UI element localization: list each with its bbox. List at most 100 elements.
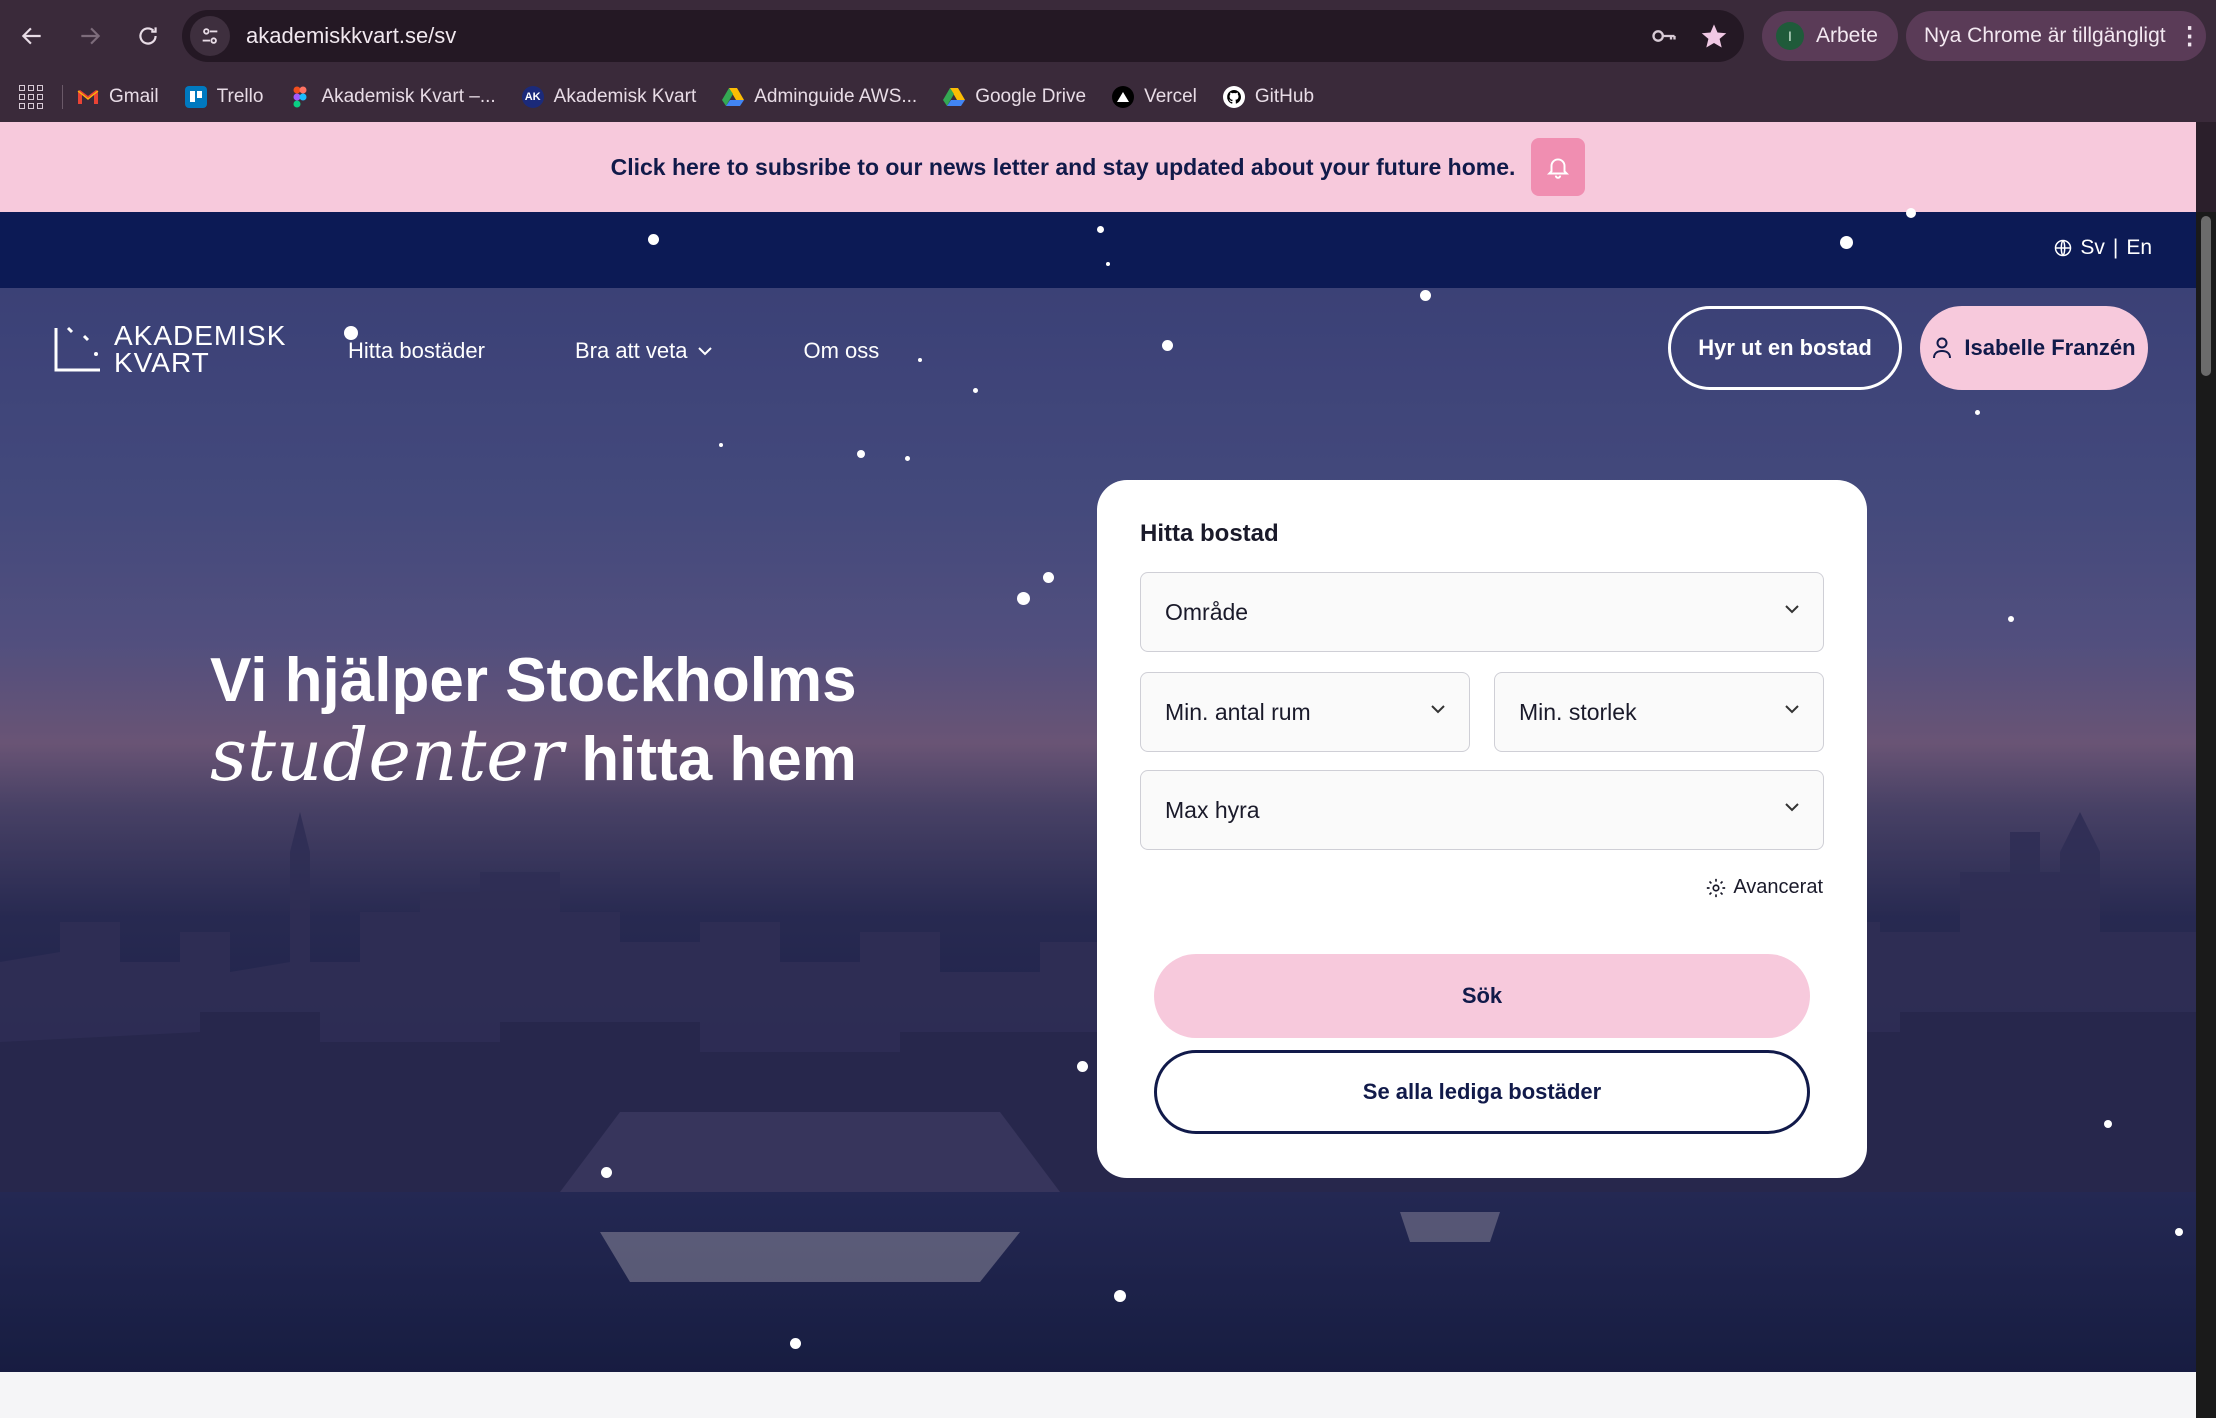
snowflake [1906,208,1916,218]
back-button[interactable] [6,10,58,62]
snowflake [2008,616,2014,622]
min-size-select[interactable]: Min. storlek [1494,672,1824,752]
snowflake [1840,236,1853,249]
trello-icon [184,86,207,108]
see-all-listings-button[interactable]: Se alla lediga bostäder [1154,1050,1810,1134]
headline-rest: hitta hem [581,725,857,794]
language-bar: Sv | En [0,208,2196,288]
chevron-down-icon [1785,605,1799,614]
language-switcher: Sv | En [2054,236,2152,260]
reload-icon [139,27,157,45]
min-size-value: Min. storlek [1519,698,1637,725]
snowflake [2175,1228,2183,1236]
max-rent-select[interactable]: Max hyra [1140,770,1824,850]
language-sv[interactable]: Sv [2080,236,2105,260]
language-separator: | [2112,236,2119,259]
snowflake [905,456,910,461]
reload-button[interactable] [122,10,174,62]
snowflake [648,234,659,245]
chevron-down-icon [1785,803,1799,812]
search-card-title: Hitta bostad [1140,520,1279,547]
advanced-label: Avancerat [1733,876,1823,898]
next-section-edge [0,1372,2196,1418]
forward-button[interactable] [64,10,116,62]
snowflake [1975,410,1980,415]
bookmark-label: Trello [216,86,264,107]
nav-good-to-know[interactable]: Bra att veta [575,338,714,364]
bookmark-gmail[interactable]: Gmail [77,86,159,108]
address-bar[interactable]: akademiskkvart.se/sv [182,10,1744,62]
advanced-search-link[interactable]: Avancerat [1705,876,1823,899]
bookmark-label: Google Drive [975,86,1087,107]
newsletter-banner[interactable]: Click here to subsribe to our news lette… [0,122,2196,212]
nav-label: Hitta bostäder [348,338,485,363]
min-rooms-select[interactable]: Min. antal rum [1140,672,1470,752]
profile-name: Arbete [1816,24,1878,47]
snowflake [2104,1120,2112,1128]
user-name: Isabelle Franzén [1964,335,2136,360]
snowflake [1162,340,1173,351]
apps-grid-icon[interactable] [16,82,46,112]
headline-emphasis: studenter [210,713,564,797]
vercel-icon [1112,86,1135,108]
snowflake [857,450,865,458]
hero-headline: Vi hjälper Stockholms studenter hitta hem [210,644,857,797]
bookmark-label: Gmail [109,86,159,107]
scrollbar-thumb[interactable] [2201,216,2211,376]
more-menu-icon[interactable]: ⋮ [2178,22,2202,51]
snowflake [790,1338,801,1349]
bookmarks-divider [62,85,63,109]
password-key-button[interactable] [1644,16,1684,56]
page-scrollbar[interactable] [2196,212,2216,1418]
area-select[interactable]: Område [1140,572,1824,652]
bookmark-label: Akademisk Kvart –... [321,86,496,107]
bookmark-google-drive[interactable]: Google Drive [943,86,1086,108]
gmail-icon [77,86,99,108]
area-select-value: Område [1165,598,1249,625]
snowflake [719,443,723,447]
tune-icon [202,28,218,44]
key-icon [1652,30,1676,42]
language-en[interactable]: En [2126,236,2152,260]
nav-find-housing[interactable]: Hitta bostäder [348,338,485,364]
bookmark-trello[interactable]: Trello [184,86,264,108]
browser-chrome: akademiskkvart.se/sv I Arbete Nya Chrome… [0,0,2216,122]
chevron-down-icon [1431,705,1445,714]
chrome-update-button[interactable]: Nya Chrome är tillgängligt ⋮ [1906,11,2206,61]
snowflake [1043,572,1054,583]
logo-line2: KVART [114,347,210,378]
profile-button[interactable]: I Arbete [1762,11,1898,61]
snowflake [1106,262,1110,266]
nav-label: Om oss [803,338,880,363]
bookmark-github[interactable]: GitHub [1222,86,1314,108]
bookmark-star-button[interactable] [1694,16,1734,56]
bookmark-vercel[interactable]: Vercel [1112,86,1197,108]
drive-icon [943,86,966,108]
headline-line2: studenter hitta hem [210,718,857,797]
hero-section: AKADEMISK KVART Hitta bostäder Bra att v… [0,288,2196,1372]
nav-label: Bra att veta [574,338,688,363]
akademisk-kvart-logo[interactable]: AKADEMISK KVART [54,320,287,378]
site-info-button[interactable] [190,16,230,56]
newsletter-text[interactable]: Click here to subsribe to our news lette… [611,154,1516,181]
bookmarks-bar: Gmail Trello Akademisk Kvart –... AK Aka… [0,72,2216,122]
web-page: Click here to subsribe to our news lette… [0,122,2196,1418]
bookmark-adminguide[interactable]: Adminguide AWS... [722,86,917,108]
ak-icon: AK [521,86,544,108]
newsletter-subscribe-button[interactable] [1531,138,1586,196]
bookmark-label: Vercel [1144,86,1197,107]
rent-out-button[interactable]: Hyr ut en bostad [1668,306,1902,390]
snowflake [1077,1061,1088,1072]
user-account-button[interactable]: Isabelle Franzén [1920,306,2148,390]
nav-about[interactable]: Om oss [803,338,879,364]
update-label: Nya Chrome är tillgängligt [1924,24,2166,47]
snowflake [1097,226,1104,233]
main-nav: Hitta bostäder Bra att veta Om oss [348,338,969,364]
gear-icon [1707,878,1726,897]
bookmark-figma[interactable]: Akademisk Kvart –... [289,86,496,108]
logo-line1: AKADEMISK [114,320,287,351]
url-text[interactable]: akademiskkvart.se/sv [246,23,1644,49]
bookmark-akademisk-kvart[interactable]: AK Akademisk Kvart [521,86,696,108]
search-button[interactable]: Sök [1154,954,1810,1038]
browser-toolbar: akademiskkvart.se/sv I Arbete Nya Chrome… [0,0,2216,72]
